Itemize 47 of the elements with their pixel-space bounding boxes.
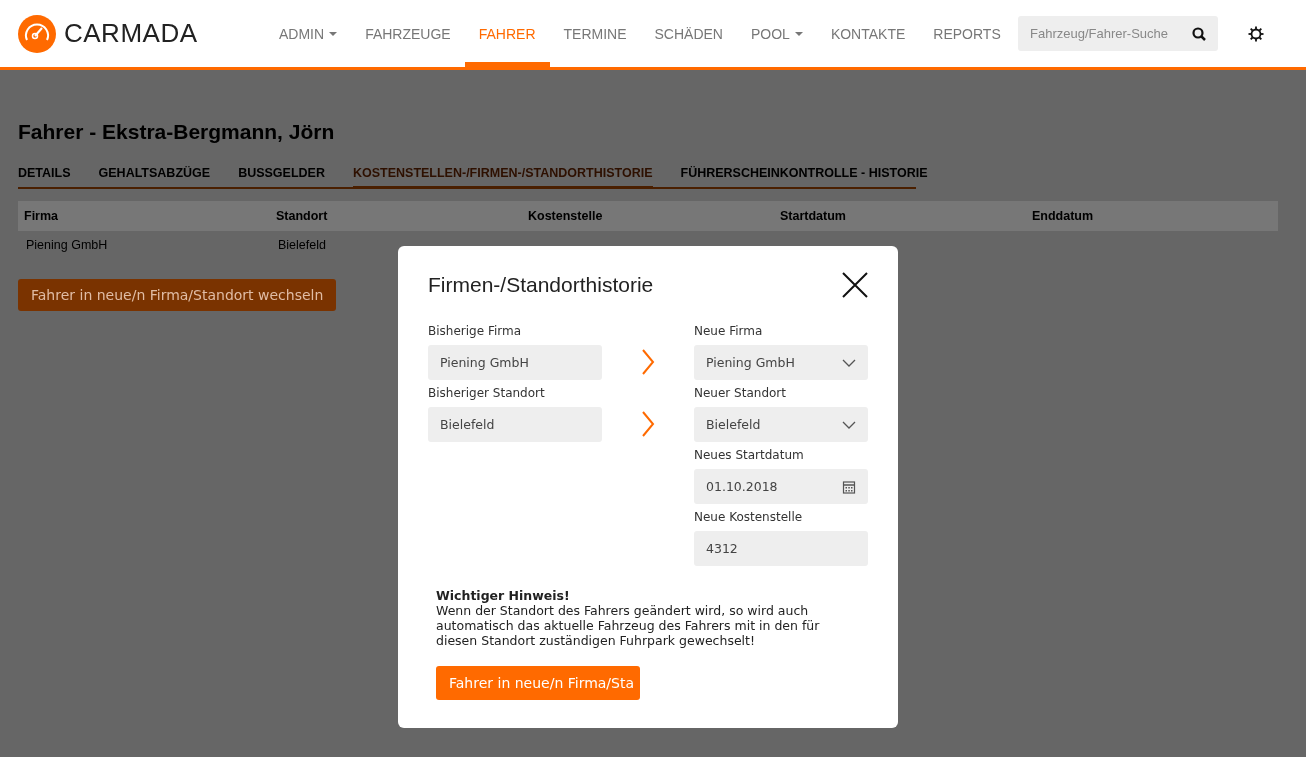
chevron-right-icon xyxy=(641,411,655,437)
tab[interactable]: BUSSGELDER xyxy=(238,166,325,189)
readonly-field: Bielefeld xyxy=(428,407,602,442)
logo-text: CARMADA xyxy=(64,18,198,49)
column-header: Enddatum xyxy=(1031,209,1095,223)
nav-link[interactable]: SCHÄDEN xyxy=(640,0,737,67)
nav-link[interactable]: FAHRER xyxy=(464,0,550,67)
search-icon xyxy=(1192,27,1206,41)
logo-icon xyxy=(18,14,56,53)
tab[interactable]: KOSTENSTELLEN-/FIRMEN-/STANDORTHISTORIE xyxy=(352,166,653,189)
nav-link[interactable]: POOL xyxy=(736,0,817,67)
gear-icon[interactable] xyxy=(1248,25,1264,42)
column-header: Firma xyxy=(23,209,60,223)
readonly-field: Piening GmbH xyxy=(428,345,602,380)
submit-button[interactable]: Fahrer in neue/n Firma/Sta xyxy=(436,666,640,700)
field-label: Neue Firma xyxy=(694,324,764,338)
tab[interactable]: DETAILS xyxy=(18,166,71,189)
change-company-button[interactable]: Fahrer in neue/n Firma/Standort wechseln xyxy=(18,279,337,311)
field-label: Neuer Standort xyxy=(694,386,787,400)
nav-link[interactable]: TERMINE xyxy=(549,0,641,67)
search-field[interactable]: Fahrzeug/Fahrer-Suche xyxy=(1018,16,1218,51)
tab[interactable]: FÜHRERSCHEINKONTROLLE - HISTORIE xyxy=(680,166,928,189)
tab[interactable]: GEHALTSABZÜGE xyxy=(98,166,211,189)
field-label: Neue Kostenstelle xyxy=(694,510,804,524)
calendar-icon xyxy=(842,479,856,494)
chevron-right-icon xyxy=(641,349,655,375)
notice-heading: Wichtiger Hinweis! xyxy=(436,588,571,603)
column-header: Kostenstelle xyxy=(527,209,604,223)
close-button[interactable] xyxy=(842,272,868,298)
input-field[interactable]: Piening GmbH xyxy=(694,345,868,380)
column-header: Standort xyxy=(275,209,329,223)
field-label: Bisherige Firma xyxy=(428,324,523,338)
nav-link[interactable]: FAHRZEUGE xyxy=(351,0,465,67)
notice-text: Wenn der Standort des Fahrers geändert wird, so wird auch automatisch das aktuelle Fahrzeug des Fahrers mit in den für diesen Standort zuständigen Fuhrpark gewechselt! xyxy=(436,603,821,648)
input-field[interactable]: 01.10.2018 xyxy=(694,469,868,504)
modal-title: Firmen-/Standorthistorie xyxy=(428,273,654,297)
field-label: Neues Startdatum xyxy=(694,448,805,462)
table-cell-text: Piening GmbH xyxy=(25,238,109,252)
table-cell-text: Bielefeld xyxy=(277,238,327,252)
nav-link[interactable]: ADMIN xyxy=(265,0,352,67)
nav-link[interactable]: KONTAKTE xyxy=(816,0,920,67)
input-field[interactable]: 4312 xyxy=(694,531,868,566)
column-header: Startdatum xyxy=(779,209,847,223)
input-field[interactable]: Bielefeld xyxy=(694,407,868,442)
nav-link[interactable]: REPORTS xyxy=(919,0,1015,67)
field-label: Bisheriger Standort xyxy=(428,386,546,400)
page-title: Fahrer - Ekstra-Bergmann, Jörn xyxy=(18,120,336,144)
